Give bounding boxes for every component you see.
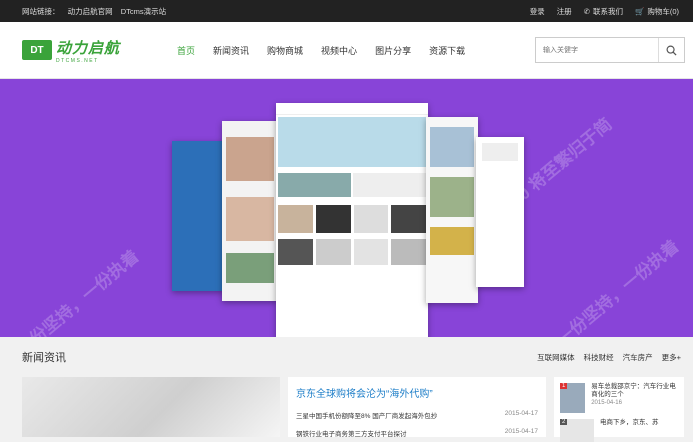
rank-item[interactable]: 2 电商下乡，京东、苏 [560, 419, 678, 442]
news-section-tabs: 互联网媒体 科技财经 汽车房产 更多+ [537, 352, 681, 363]
rank-thumbnail: 2 [560, 419, 594, 442]
tab-more[interactable]: 更多+ [662, 352, 681, 363]
rank-title: 电商下乡，京东、苏 [600, 419, 659, 426]
logo[interactable]: DT 动力启航 DTCMS.NET [22, 37, 142, 64]
site-links-label: 网站链接： [22, 6, 60, 16]
news-row[interactable]: 钢铁行业电子商务第三方支付平台探讨 2015-04-17 [296, 428, 538, 438]
carousel-dot-1[interactable] [331, 323, 338, 329]
search-button[interactable] [658, 38, 684, 62]
rank-title: 易车总裁邵京宁：汽车行业电商化的三个 [591, 383, 676, 399]
nav-video[interactable]: 视频中心 [312, 44, 366, 57]
cart-link[interactable]: 🛒 购物车(0) [635, 6, 679, 17]
banner-watermark-4: 一份坚持，一份执着 [13, 246, 143, 337]
login-link[interactable]: 登录 [530, 6, 545, 17]
news-content: 京东全球购将会沦为“海外代购” 三星中国手机份额降至8% 国产厂商发起海外包抄 … [0, 377, 693, 442]
logo-badge: DT [22, 40, 52, 60]
logo-subtext: DTCMS.NET [56, 57, 99, 64]
phone-icon: ✆ [583, 6, 590, 16]
news-section-header: 新闻资讯 互联网媒体 科技财经 汽车房产 更多+ [0, 337, 693, 377]
site-links: 网站链接： 动力启航官网 DTcms演示站 [22, 6, 172, 17]
nav-photo[interactable]: 图片分享 [366, 44, 420, 57]
nav-shop[interactable]: 购物商城 [258, 44, 312, 57]
nav-download[interactable]: 资源下载 [420, 44, 474, 57]
contact-label: 联系我们 [592, 6, 623, 16]
rank-number: 1 [560, 383, 568, 389]
mock-homepage [276, 103, 428, 337]
carousel-dot-2[interactable] [343, 323, 350, 329]
top-bar: 网站链接： 动力启航官网 DTcms演示站 登录 注册 ✆ 联系我们 🛒 购物车(0… [0, 0, 693, 22]
search-box [535, 37, 685, 63]
tab-tech-finance[interactable]: 科技财经 [584, 352, 614, 363]
register-link[interactable]: 注册 [557, 6, 572, 17]
news-row-title: 三星中国手机份额降至8% 国产厂商发起海外包抄 [296, 413, 438, 420]
cart-label: 购物车(0) [647, 6, 679, 16]
news-row[interactable]: 三星中国手机份额降至8% 国产厂商发起海外包抄 2015-04-17 [296, 410, 538, 420]
contact-link[interactable]: ✆ 联系我们 [584, 6, 623, 17]
news-ranking: 1 易车总裁邵京宁：汽车行业电商化的三个 2015-04-16 2 电商下乡，京… [554, 377, 684, 442]
news-headline[interactable]: 京东全球购将会沦为“海外代购” [296, 385, 538, 400]
nav-home[interactable]: 首页 [168, 44, 204, 57]
rank-thumbnail: 1 [560, 383, 586, 413]
carousel-dots [331, 323, 362, 329]
news-hero-image[interactable] [22, 377, 280, 437]
mock-admin-panel [172, 141, 224, 291]
mock-photo-page-right [426, 117, 478, 303]
rank-date: 2015-04-16 [591, 399, 622, 406]
banner-watermark-3: 一份坚持，一份执着 [553, 236, 683, 337]
main-nav: 首页 新闻资讯 购物商城 视频中心 图片分享 资源下载 [168, 44, 474, 57]
logo-text: 动力启航 [56, 39, 121, 57]
rank-number: 2 [560, 419, 568, 425]
news-row-date: 2015-04-17 [504, 410, 538, 417]
mock-photo-page-left [222, 121, 278, 301]
rank-item[interactable]: 1 易车总裁邵京宁：汽车行业电商化的三个 2015-04-16 [560, 383, 678, 413]
nav-news[interactable]: 新闻资讯 [204, 44, 258, 57]
site-link-demo[interactable]: DTcms演示站 [121, 7, 166, 16]
news-section-title: 新闻资讯 [22, 352, 66, 364]
news-row-date: 2015-04-17 [504, 428, 538, 435]
carousel-dot-3[interactable] [355, 323, 362, 329]
tab-auto-realestate[interactable]: 汽车房产 [623, 352, 653, 363]
tab-internet-media[interactable]: 互联网媒体 [537, 352, 575, 363]
mock-user-center [476, 137, 524, 287]
cart-icon: 🛒 [634, 6, 645, 16]
search-input[interactable] [536, 38, 658, 62]
news-row-title: 钢铁行业电子商务第三方支付平台探讨 [296, 431, 407, 438]
site-link-official[interactable]: 动力启航官网 [68, 7, 113, 16]
search-icon [666, 45, 677, 56]
header: DT 动力启航 DTCMS.NET 首页 新闻资讯 购物商城 视频中心 图片分享… [0, 22, 693, 79]
hero-banner[interactable]: DTcms 5.0 将至繁归于简 DTcms 5.0 将至繁归于简 一份坚持，一… [0, 79, 693, 337]
news-list: 京东全球购将会沦为“海外代购” 三星中国手机份额降至8% 国产厂商发起海外包抄 … [288, 377, 546, 438]
